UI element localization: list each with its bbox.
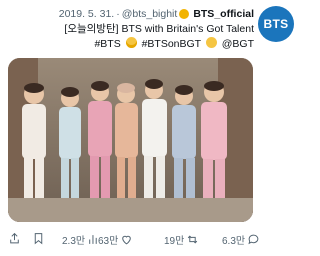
bookmark-icon [34,233,43,245]
display-name[interactable]: BTS_official [193,8,254,20]
share-button[interactable] [8,232,21,245]
like-count: 63만 [98,236,119,247]
share-icon [10,232,19,244]
tweet-photo[interactable] [8,58,253,222]
views-count: 2.3만 [62,236,86,247]
like-button[interactable]: 63만 [98,232,133,247]
retweet-count: 19만 [164,236,185,247]
tweet-date[interactable]: 2019. 5. 31. [59,8,114,20]
hashtag-btsonbgt[interactable]: #BTSonBGT [142,38,201,50]
action-bar: 63만 2.3만 19만 6.3만 [0,229,300,251]
heart-icon [122,235,132,245]
waving-hand-emoji-icon [205,37,217,48]
bar-chart-icon [89,235,97,244]
tweet-line-1: [오늘의방탄] BTS with Britain's Got Talent [64,23,254,35]
reply-button[interactable]: 6.3만 [222,232,260,247]
avatar[interactable]: BTS [258,6,294,42]
mention-bgt[interactable]: @BGT [222,38,254,50]
hashtag-bts[interactable]: #BTS [94,38,120,50]
retweet-icon [188,235,198,244]
tweet-line-2: #BTS #BTSonBGT @BGT [4,37,254,52]
separator-dot: · [116,8,120,20]
tweet-text: [오늘의방탄] BTS with Britain's Got Talent #B… [4,22,254,52]
reply-icon [248,234,259,245]
tweet-header: 2019. 5. 31. · @bts_bighit BTS_official [4,6,254,22]
bookmark-button[interactable] [32,232,45,245]
smiling-face-emoji-icon [125,37,137,48]
verified-badge-icon [179,9,190,19]
retweet-button[interactable]: 19만 [164,232,199,247]
user-handle[interactable]: @bts_bighit [122,8,178,20]
views-button[interactable]: 2.3만 [62,232,100,247]
reply-count: 6.3만 [222,236,246,247]
group-photo-illustration [8,58,253,222]
